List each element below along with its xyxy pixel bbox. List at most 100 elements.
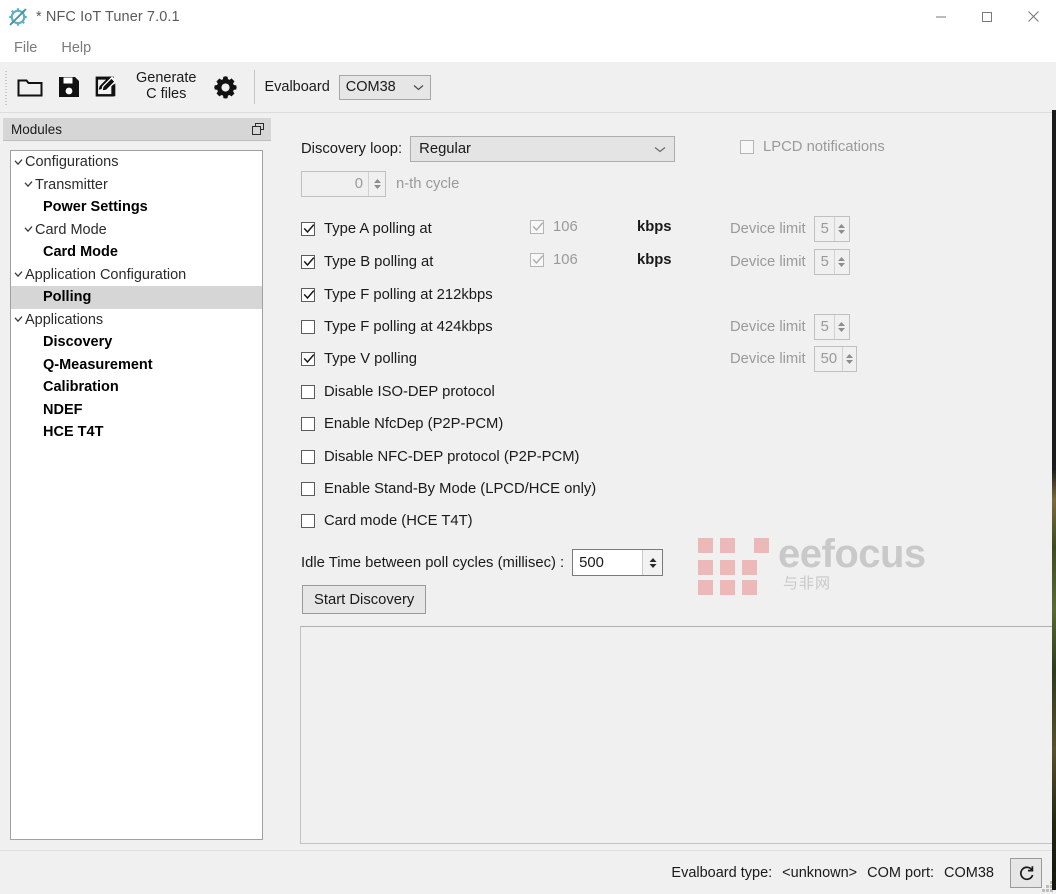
checkbox-row-disable-nfc-dep-protocol-p2p-pcm[interactable]: Disable NFC-DEP protocol (P2P-PCM) (301, 447, 579, 467)
close-icon (1027, 11, 1039, 22)
save-button[interactable] (50, 67, 88, 107)
modules-dock-panel: Modules Configurations Transmitter Power S… (0, 116, 274, 850)
tree-item-discovery[interactable]: Discovery (11, 331, 262, 354)
checkbox-row-type-b-polling-at[interactable]: Type B polling at (301, 252, 433, 272)
checkbox-type-v-polling[interactable] (301, 352, 315, 366)
title-bar: * NFC IoT Tuner 7.0.1 (0, 0, 1056, 33)
checkbox-disable-nfc-dep-protocol-p2p-pcm[interactable] (301, 450, 315, 464)
watermark-text: eefocus (778, 532, 926, 576)
checkbox-label: Type F polling at 424kbps (324, 319, 493, 335)
idle-time-row: Idle Time between poll cycles (millisec)… (301, 549, 664, 576)
tree-twisty-icon[interactable] (23, 181, 34, 188)
checkbox-label: Card mode (HCE T4T) (324, 513, 473, 529)
save-as-button[interactable] (88, 67, 126, 107)
toolbar: Generate C files Evalboard COM38 (0, 62, 1056, 113)
discovery-loop-select[interactable]: Regular (410, 136, 676, 162)
checkbox-row-type-a-polling-at[interactable]: Type A polling at (301, 219, 432, 239)
modules-tree[interactable]: Configurations Transmitter Power Settings C… (10, 150, 263, 840)
toolbar-drag-handle[interactable] (2, 69, 10, 105)
checkbox-disable-iso-dep-protocol[interactable] (301, 385, 315, 399)
device-limit-type-b-polling-at: Device limit 5 (730, 249, 850, 275)
window-title: * NFC IoT Tuner 7.0.1 (36, 8, 180, 25)
tree-item-calibration[interactable]: Calibration (11, 376, 262, 399)
log-output-area[interactable] (300, 626, 1054, 844)
background-image-sliver (1052, 110, 1056, 890)
tree-item-polling[interactable]: Polling (11, 286, 262, 309)
checkbox-type-f-polling-at-212kbps[interactable] (301, 288, 315, 302)
bitrate-checkbox-type-b-polling-at[interactable] (530, 253, 544, 267)
checkbox-type-b-polling-at[interactable] (301, 255, 315, 269)
device-limit-type-a-polling-at-value: 5 (820, 221, 829, 237)
device-limit-type-f-polling-at-424kbps-arrows[interactable] (833, 315, 849, 339)
tree-twisty-icon[interactable] (13, 158, 24, 166)
device-limit-type-b-polling-at-arrows[interactable] (833, 250, 849, 274)
minimize-button[interactable] (918, 0, 964, 33)
tree-item-q-measurement[interactable]: Q-Measurement (11, 354, 262, 377)
nth-cycle-spinner[interactable]: 0 (301, 171, 386, 197)
settings-button[interactable] (206, 67, 245, 107)
device-limit-type-a-polling-at-arrows[interactable] (833, 217, 849, 241)
nth-cycle-arrows[interactable] (368, 172, 385, 196)
menu-item-help[interactable]: Help (51, 38, 101, 58)
checkbox-row-enable-stand-by-mode-lpcd-hce-only[interactable]: Enable Stand-By Mode (LPCD/HCE only) (301, 479, 596, 499)
evalboard-type-label: Evalboard type: (671, 865, 773, 881)
checkbox-card-mode-hce-t4t[interactable] (301, 514, 315, 528)
tree-item-power-settings[interactable]: Power Settings (11, 196, 262, 219)
device-limit-type-b-polling-at-spinner[interactable]: 5 (813, 249, 850, 275)
tree-item-transmitter[interactable]: Transmitter (11, 174, 262, 197)
checkbox-row-type-v-polling[interactable]: Type V polling (301, 349, 417, 369)
checkmark-icon (532, 255, 544, 265)
refresh-button[interactable] (1010, 858, 1042, 888)
nth-cycle-row: 0 n-th cycle (301, 171, 459, 197)
lpcd-notifications-checkbox[interactable] (740, 140, 754, 154)
tree-item-application-configuration[interactable]: Application Configuration (11, 264, 262, 287)
chevron-down-icon (413, 84, 424, 90)
tree-item-hce-t4t[interactable]: HCE T4T (11, 421, 262, 444)
spinner-down-icon (649, 563, 657, 568)
generate-c-files-button[interactable]: Generate C files (126, 70, 206, 102)
tree-item-applications[interactable]: Applications (11, 309, 262, 332)
tree-twisty-icon[interactable] (13, 316, 24, 323)
checkbox-row-disable-iso-dep-protocol[interactable]: Disable ISO-DEP protocol (301, 382, 495, 402)
device-limit-type-v-polling-arrows[interactable] (842, 347, 856, 371)
device-limit-type-f-polling-at-424kbps: Device limit 5 (730, 314, 850, 340)
tree-item-label: Calibration (43, 379, 119, 396)
save-as-edit-icon (95, 76, 117, 97)
menu-item-file[interactable]: File (4, 38, 47, 58)
tree-item-card-mode[interactable]: Card Mode (11, 241, 262, 264)
tree-twisty-icon[interactable] (13, 271, 24, 278)
float-window-icon[interactable] (252, 123, 264, 135)
device-limit-type-v-polling-spinner[interactable]: 50 (813, 346, 857, 372)
spinner-down-icon (845, 360, 853, 364)
tree-item-card-mode[interactable]: Card Mode (11, 219, 262, 242)
bitrate-checkbox-type-a-polling-at[interactable] (530, 220, 544, 234)
device-limit-type-f-polling-at-424kbps-spinner[interactable]: 5 (813, 314, 850, 340)
tree-item-configurations[interactable]: Configurations (11, 151, 262, 174)
tree-twisty-icon[interactable] (23, 226, 34, 233)
device-limit-type-b-polling-at-value: 5 (820, 254, 829, 270)
checkbox-row-type-f-polling-at-424kbps[interactable]: Type F polling at 424kbps (301, 317, 493, 337)
device-limit-type-a-polling-at-spinner[interactable]: 5 (813, 216, 850, 242)
com-port-status-value: COM38 (944, 865, 994, 881)
open-button[interactable] (10, 67, 50, 107)
checkbox-row-enable-nfcdep-p2p-pcm[interactable]: Enable NfcDep (P2P-PCM) (301, 414, 503, 434)
checkbox-enable-nfcdep-p2p-pcm[interactable] (301, 417, 315, 431)
start-discovery-button[interactable]: Start Discovery (302, 585, 427, 614)
device-limit-type-v-polling-value: 50 (820, 351, 838, 367)
idle-time-spinner[interactable]: 500 (572, 549, 664, 576)
device-limit-type-f-polling-at-424kbps-value: 5 (820, 319, 829, 335)
idle-time-arrows[interactable] (642, 550, 663, 575)
maximize-button[interactable] (964, 0, 1010, 33)
checkbox-enable-stand-by-mode-lpcd-hce-only[interactable] (301, 482, 315, 496)
nth-cycle-label: n-th cycle (396, 176, 460, 192)
checkbox-row-type-f-polling-at-212kbps[interactable]: Type F polling at 212kbps (301, 285, 493, 305)
close-button[interactable] (1010, 0, 1056, 33)
com-port-select[interactable]: COM38 (338, 74, 431, 100)
checkmark-icon (303, 290, 315, 300)
tree-item-ndef[interactable]: NDEF (11, 399, 262, 422)
checkbox-type-f-polling-at-424kbps[interactable] (301, 320, 315, 334)
lpcd-notifications-row[interactable]: LPCD notifications (740, 139, 885, 155)
chevron-down-icon (654, 146, 666, 152)
checkbox-row-card-mode-hce-t4t[interactable]: Card mode (HCE T4T) (301, 511, 473, 531)
checkbox-type-a-polling-at[interactable] (301, 222, 315, 236)
